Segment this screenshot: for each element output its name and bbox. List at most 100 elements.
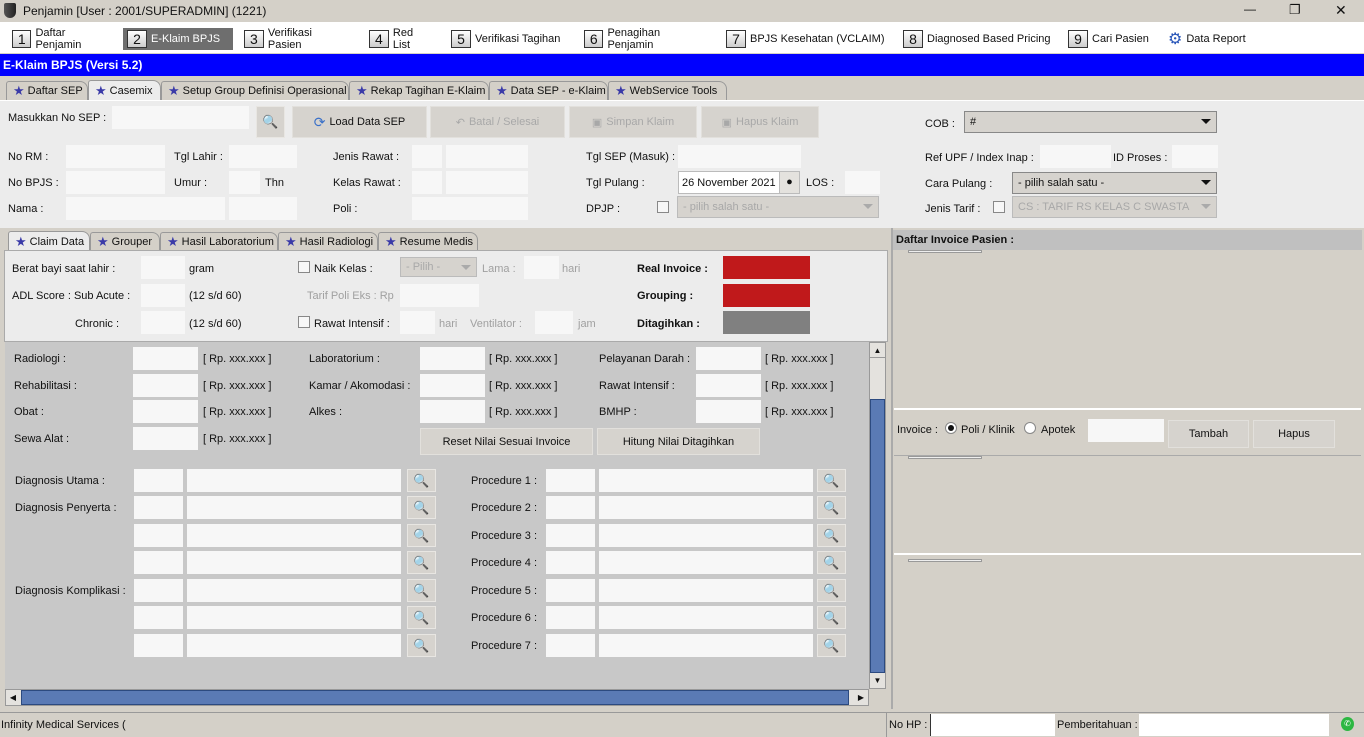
search-diagnosis-button[interactable]: 🔍 xyxy=(407,579,436,602)
reset-nilai-button[interactable]: Reset Nilai Sesuai Invoice xyxy=(420,428,593,455)
subtab-hasil-radiologi[interactable]: ★ Hasil Radiologi xyxy=(278,232,378,251)
cost-input[interactable] xyxy=(696,400,761,423)
procedure-name-input[interactable] xyxy=(599,496,813,519)
no-rm-input[interactable] xyxy=(66,145,165,168)
sub-acute-input[interactable] xyxy=(141,284,185,307)
pemberitahuan-input[interactable] xyxy=(1139,714,1329,736)
scroll-left-arrow[interactable]: ◀ xyxy=(6,690,20,705)
naik-kelas-select[interactable]: - Pilih - xyxy=(400,257,477,277)
lama-input[interactable] xyxy=(524,256,559,279)
tambah-button[interactable]: Tambah xyxy=(1168,420,1249,448)
procedure-code-input[interactable] xyxy=(546,579,595,602)
nama-extra-input[interactable] xyxy=(229,197,297,220)
procedure-code-input[interactable] xyxy=(546,469,595,492)
diagnosis-code-input[interactable] xyxy=(134,606,183,629)
diagnosis-name-input[interactable] xyxy=(187,524,401,547)
load-data-sep-button[interactable]: ⟳ Load Data SEP xyxy=(292,106,427,138)
close-button[interactable]: ✕ xyxy=(1335,2,1347,19)
diagnosis-name-input[interactable] xyxy=(187,606,401,629)
tab-rekap-tagihan-e-klaim[interactable]: ★ Rekap Tagihan E-Klaim xyxy=(349,81,489,100)
cost-input[interactable] xyxy=(133,374,198,397)
umur-input[interactable] xyxy=(229,171,260,194)
jenis-tarif-select[interactable]: CS : TARIF RS KELAS C SWASTA xyxy=(1012,196,1217,218)
tab-webservice-tools[interactable]: ★ WebService Tools xyxy=(608,81,727,100)
minimize-button[interactable]: — xyxy=(1244,2,1256,16)
cost-input[interactable] xyxy=(420,374,485,397)
subtab-hasil-laboratorium[interactable]: ★ Hasil Laboratorium xyxy=(160,232,278,251)
procedure-code-input[interactable] xyxy=(546,524,595,547)
menu-item-5[interactable]: 5 Verifikasi Tagihan xyxy=(447,28,571,50)
menu-data-report[interactable]: ⚙ Data Report xyxy=(1164,28,1250,50)
jenis-tarif-checkbox[interactable] xyxy=(993,201,1005,213)
menu-item-9[interactable]: 9 Cari Pasien xyxy=(1064,28,1154,50)
calendar-button[interactable]: ● xyxy=(779,172,799,193)
ref-upf-input[interactable] xyxy=(1040,145,1111,168)
diagnosis-name-input[interactable] xyxy=(187,579,401,602)
search-procedure-button[interactable]: 🔍 xyxy=(817,551,846,574)
cost-input[interactable] xyxy=(420,400,485,423)
menu-item-4[interactable]: 4 Red List xyxy=(365,27,437,51)
poli-input[interactable] xyxy=(412,197,528,220)
jenis-rawat-name[interactable] xyxy=(446,145,528,168)
ventilator-input[interactable] xyxy=(535,311,573,334)
berat-input[interactable] xyxy=(141,256,185,279)
search-diagnosis-button[interactable]: 🔍 xyxy=(407,551,436,574)
hapus-klaim-button[interactable]: ▣ Hapus Klaim xyxy=(701,106,819,138)
kelas-rawat-name[interactable] xyxy=(446,171,528,194)
rawat-intensif-input[interactable] xyxy=(400,311,435,334)
procedure-name-input[interactable] xyxy=(599,551,813,574)
diagnosis-name-input[interactable] xyxy=(187,634,401,657)
search-procedure-button[interactable]: 🔍 xyxy=(817,579,846,602)
radio-poli-klinik[interactable] xyxy=(945,422,957,434)
id-proses-input[interactable] xyxy=(1172,145,1218,168)
diagnosis-code-input[interactable] xyxy=(134,496,183,519)
search-diagnosis-button[interactable]: 🔍 xyxy=(407,634,436,657)
search-procedure-button[interactable]: 🔍 xyxy=(817,524,846,547)
search-procedure-button[interactable]: 🔍 xyxy=(817,634,846,657)
tab-casemix[interactable]: ★ Casemix xyxy=(88,80,161,100)
jenis-rawat-code[interactable] xyxy=(412,145,442,168)
search-sep-button[interactable]: 🔍 xyxy=(256,106,285,138)
procedure-code-input[interactable] xyxy=(546,606,595,629)
search-procedure-button[interactable]: 🔍 xyxy=(817,606,846,629)
hitung-nilai-button[interactable]: Hitung Nilai Ditagihkan xyxy=(597,428,760,455)
radio-apotek[interactable] xyxy=(1024,422,1036,434)
cost-input[interactable] xyxy=(696,374,761,397)
search-procedure-button[interactable]: 🔍 xyxy=(817,469,846,492)
cost-input[interactable] xyxy=(420,347,485,370)
maximize-button[interactable]: ❐ xyxy=(1289,2,1301,18)
subtab-grouper[interactable]: ★ Grouper xyxy=(90,232,160,251)
naik-kelas-checkbox[interactable] xyxy=(298,261,310,273)
no-bpjs-input[interactable] xyxy=(66,171,165,194)
kelas-rawat-code[interactable] xyxy=(412,171,442,194)
chronic-input[interactable] xyxy=(141,311,185,334)
dpjp-select[interactable]: - pilih salah satu - xyxy=(677,196,879,218)
subtab-claim-data[interactable]: ★ Claim Data xyxy=(8,231,90,251)
scroll-right-arrow[interactable]: ▶ xyxy=(854,690,868,705)
scroll-down-arrow[interactable]: ▼ xyxy=(870,673,885,688)
scroll-thumb-vertical[interactable] xyxy=(870,399,885,673)
simpan-klaim-button[interactable]: ▣ Simpan Klaim xyxy=(569,106,697,138)
diagnosis-code-input[interactable] xyxy=(134,579,183,602)
dpjp-checkbox[interactable] xyxy=(657,201,669,213)
scroll-thumb-horizontal[interactable] xyxy=(21,690,849,705)
diagnosis-code-input[interactable] xyxy=(134,551,183,574)
diagnosis-code-input[interactable] xyxy=(134,469,183,492)
diagnosis-name-input[interactable] xyxy=(187,469,401,492)
batal-button[interactable]: ↶ Batal / Selesai xyxy=(430,106,565,138)
procedure-name-input[interactable] xyxy=(599,606,813,629)
menu-item-7[interactable]: 7 BPJS Kesehatan (VCLAIM) xyxy=(722,28,890,50)
search-diagnosis-button[interactable]: 🔍 xyxy=(407,606,436,629)
cost-input[interactable] xyxy=(133,427,198,450)
procedure-name-input[interactable] xyxy=(599,579,813,602)
diagnosis-name-input[interactable] xyxy=(187,496,401,519)
no-sep-input[interactable] xyxy=(112,106,249,129)
nama-input[interactable] xyxy=(66,197,225,220)
menu-item-3[interactable]: 3 Verifikasi Pasien xyxy=(240,27,352,51)
search-diagnosis-button[interactable]: 🔍 xyxy=(407,469,436,492)
tab-data-sep-e-klaim[interactable]: ★ Data SEP - e-Klaim xyxy=(489,81,608,100)
tgl-lahir-input[interactable] xyxy=(229,145,297,168)
menu-item-8[interactable]: 8 Diagnosed Based Pricing xyxy=(899,28,1057,50)
cost-input[interactable] xyxy=(133,400,198,423)
rawat-intensif-checkbox[interactable] xyxy=(298,316,310,328)
